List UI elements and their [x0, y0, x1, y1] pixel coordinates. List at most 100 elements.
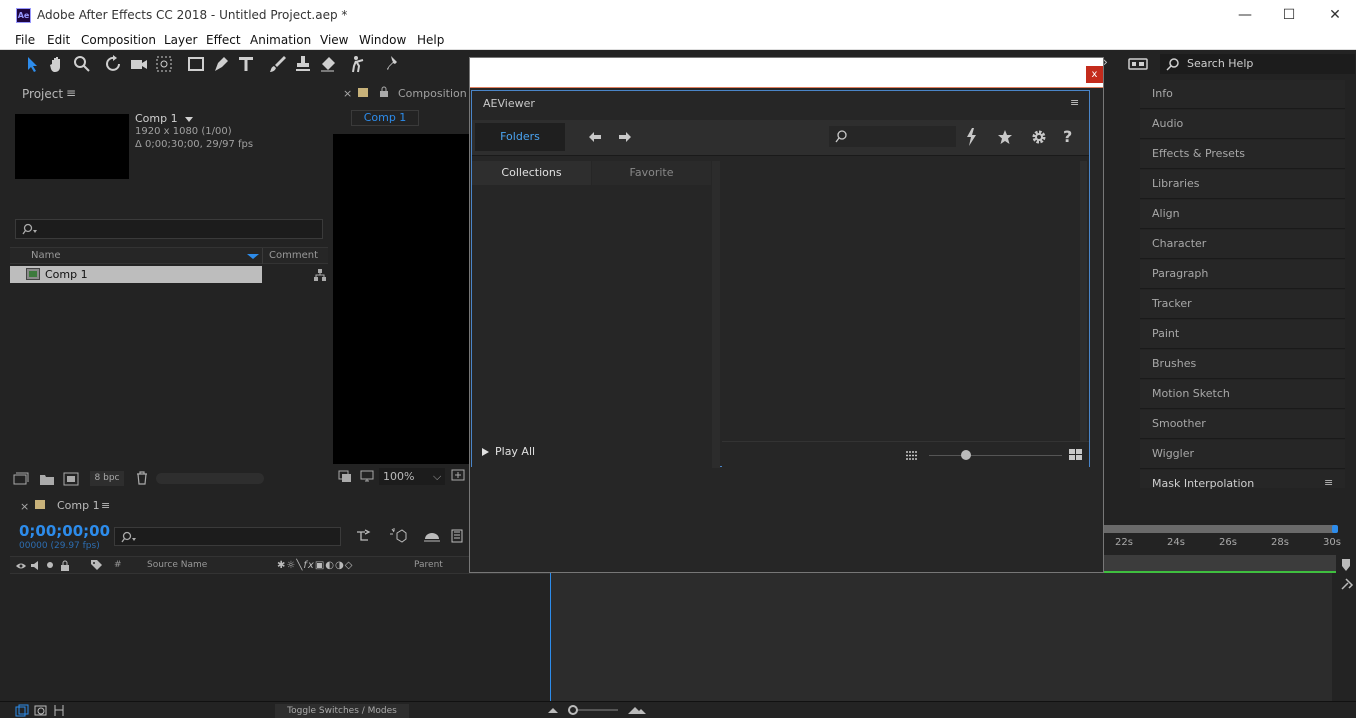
panel-brushes[interactable]: Brushes	[1140, 350, 1345, 379]
large-grid-icon[interactable]	[1069, 449, 1082, 460]
menu-layer[interactable]: Layer	[164, 33, 197, 47]
rotate-tool-icon[interactable]	[104, 54, 124, 74]
panel-effects-presets[interactable]: Effects & Presets	[1140, 140, 1345, 169]
panel-tracker[interactable]: Tracker	[1140, 290, 1345, 319]
in-out-toggle-icon[interactable]	[53, 704, 65, 717]
eraser-tool-icon[interactable]	[318, 54, 338, 74]
panel-align[interactable]: Align	[1140, 200, 1345, 229]
forward-arrow-icon[interactable]	[618, 131, 632, 143]
star-icon[interactable]	[997, 129, 1013, 145]
timeline-zoom-slider-thumb[interactable]	[568, 705, 578, 715]
panel-menu-icon[interactable]: ≡	[1324, 476, 1333, 489]
close-icon[interactable]: ×	[20, 500, 29, 513]
aeviewer-search-input[interactable]	[829, 126, 956, 147]
panel-mask-interpolation[interactable]: Mask Interpolation ≡	[1140, 470, 1345, 490]
zoom-out-mountain-icon[interactable]	[547, 705, 559, 715]
label-tag-icon[interactable]	[90, 559, 103, 571]
preset-browser-area[interactable]	[722, 161, 1080, 441]
comp-info-name[interactable]: Comp 1	[135, 112, 194, 125]
monitor-icon[interactable]	[360, 469, 374, 483]
video-eye-icon[interactable]	[15, 561, 27, 571]
interpret-footage-icon[interactable]	[13, 472, 29, 486]
work-area-bar[interactable]	[1103, 525, 1336, 533]
column-divider[interactable]	[262, 248, 263, 264]
timeline-tab[interactable]: Comp 1	[57, 499, 100, 512]
puppet-pin-tool-icon[interactable]	[382, 54, 402, 74]
transfer-controls-toggle-icon[interactable]	[34, 704, 48, 717]
panel-paragraph[interactable]: Paragraph	[1140, 260, 1345, 289]
menu-help[interactable]: Help	[417, 33, 444, 47]
timeline-zoom-handle-icon[interactable]	[1341, 558, 1351, 572]
play-all-button[interactable]: Play All	[482, 445, 535, 458]
layer-search-input[interactable]	[114, 527, 341, 546]
frame-blending-icon[interactable]	[451, 529, 463, 543]
column-parent[interactable]: Parent	[414, 560, 443, 570]
small-grid-icon[interactable]	[906, 451, 917, 460]
column-source-name[interactable]: Source Name	[147, 560, 207, 570]
panel-character[interactable]: Character	[1140, 230, 1345, 259]
composition-panel-title[interactable]: Composition	[398, 87, 467, 100]
comp-color-label[interactable]	[358, 88, 368, 97]
toggle-switches-modes-button[interactable]: Toggle Switches / Modes	[275, 704, 409, 718]
chevron-down-icon[interactable]	[185, 116, 194, 122]
zoom-in-mountain-icon[interactable]	[627, 704, 647, 716]
panel-wiggler[interactable]: Wiggler	[1140, 440, 1345, 469]
sort-arrow-icon[interactable]	[247, 254, 259, 259]
panel-audio[interactable]: Audio	[1140, 110, 1345, 139]
panel-menu-icon[interactable]: ≡	[1070, 96, 1079, 109]
new-folder-icon[interactable]	[39, 472, 55, 486]
layer-switches-toggle-icon[interactable]	[15, 704, 29, 717]
thumbnail-size-slider[interactable]	[929, 455, 1062, 456]
column-number[interactable]: #	[114, 560, 122, 570]
dialog-title-bar[interactable]	[470, 58, 1103, 88]
menu-composition[interactable]: Composition	[81, 33, 156, 47]
new-composition-icon[interactable]	[63, 472, 79, 486]
column-comment[interactable]: Comment	[269, 250, 318, 261]
project-search-input[interactable]	[15, 219, 323, 239]
comp-viewer-tab[interactable]: Comp 1	[351, 110, 419, 126]
lightning-icon[interactable]	[964, 127, 978, 147]
panel-menu-icon[interactable]: ≡	[101, 499, 110, 512]
collections-tab[interactable]: Collections	[472, 161, 591, 185]
timeline-tracks[interactable]	[550, 573, 1332, 701]
panel-smoother[interactable]: Smoother	[1140, 410, 1345, 439]
menu-view[interactable]: View	[320, 33, 348, 47]
menu-edit[interactable]: Edit	[47, 33, 70, 47]
project-panel-title[interactable]: Project	[22, 87, 63, 101]
close-window-button[interactable]: ✕	[1323, 4, 1347, 26]
minimize-button[interactable]: —	[1233, 4, 1257, 26]
draft-3d-icon[interactable]	[389, 527, 407, 543]
toolbar-overflow-chevron-icon[interactable]: ›	[1103, 55, 1113, 71]
panel-info[interactable]: Info	[1140, 80, 1345, 109]
audio-speaker-icon[interactable]	[30, 560, 42, 571]
comp-button-icon[interactable]	[1340, 577, 1354, 591]
comp-color-label[interactable]	[35, 500, 45, 509]
favorite-tab[interactable]: Favorite	[592, 161, 711, 185]
panel-paint[interactable]: Paint	[1140, 320, 1345, 349]
search-help-field[interactable]: Search Help	[1160, 54, 1355, 74]
layer-switches-icons[interactable]: ✱☼╲fx▣◐◑◇	[277, 560, 353, 571]
snapshot-icon[interactable]	[338, 469, 352, 483]
comp-duration-bar[interactable]	[1103, 555, 1336, 572]
maximize-button[interactable]: ☐	[1277, 4, 1301, 26]
magnification-select[interactable]: 100% ⌵	[379, 468, 445, 485]
back-arrow-icon[interactable]	[588, 131, 602, 143]
folders-tab[interactable]: Folders	[475, 123, 565, 151]
help-icon[interactable]: ?	[1063, 127, 1072, 146]
panel-libraries[interactable]: Libraries	[1140, 170, 1345, 199]
brush-tool-icon[interactable]	[268, 54, 288, 74]
pen-tool-icon[interactable]	[211, 54, 231, 74]
roto-brush-tool-icon[interactable]	[350, 54, 370, 74]
menu-animation[interactable]: Animation	[250, 33, 311, 47]
type-tool-icon[interactable]	[236, 54, 256, 74]
comp-viewer-canvas[interactable]	[333, 134, 469, 464]
dialog-close-button[interactable]: x	[1086, 66, 1103, 83]
pan-behind-tool-icon[interactable]	[154, 54, 174, 74]
selection-tool-icon[interactable]	[22, 54, 42, 74]
bpc-button[interactable]: 8 bpc	[90, 471, 124, 486]
browser-scrollbar[interactable]	[1080, 161, 1087, 441]
workspace-switcher-icon[interactable]	[1128, 54, 1148, 74]
lock-icon[interactable]	[379, 86, 389, 97]
panel-motion-sketch[interactable]: Motion Sketch	[1140, 380, 1345, 409]
close-icon[interactable]: ×	[343, 87, 352, 100]
